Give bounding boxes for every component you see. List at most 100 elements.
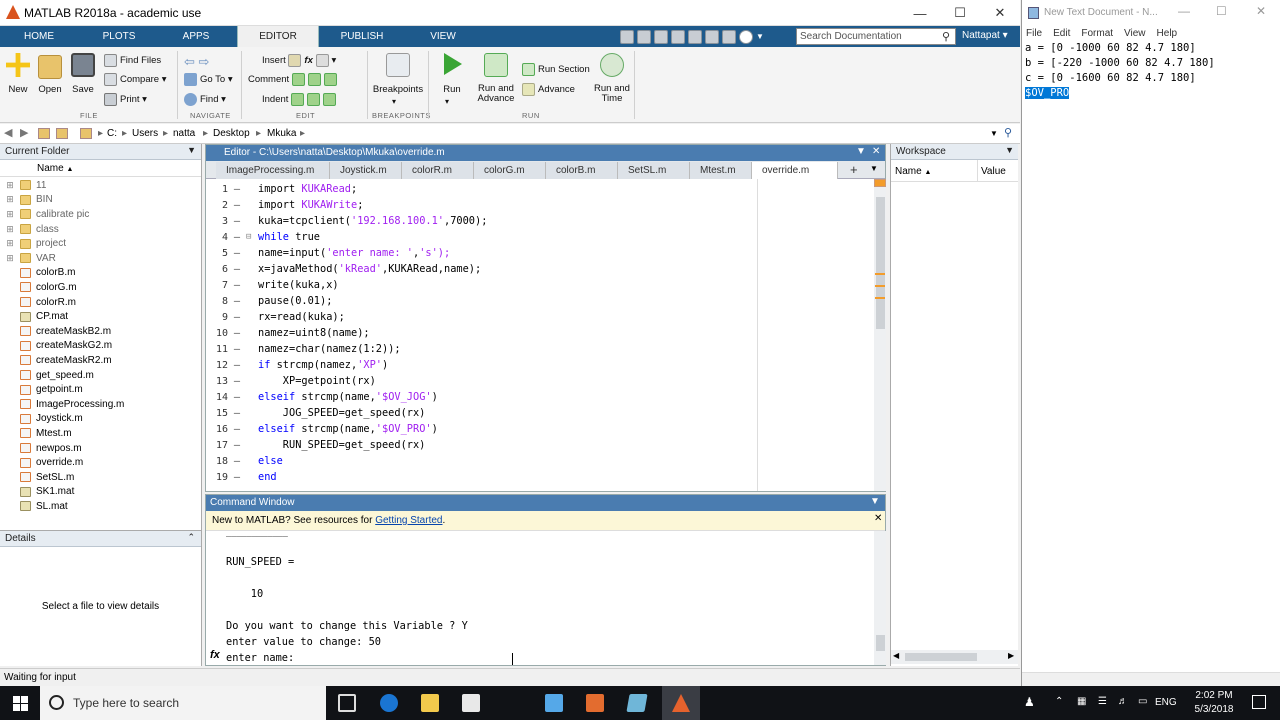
code-line[interactable]: 12– if strcmp(namez,'XP') xyxy=(206,357,866,373)
tray-chevron-icon[interactable]: ⌃ xyxy=(1055,696,1063,707)
command-output[interactable]: RUN_SPEED = 10 Do you want to change this… xyxy=(206,531,874,665)
wifi-icon[interactable]: ☰ xyxy=(1098,696,1107,707)
breakpoint-marker[interactable]: – xyxy=(228,311,246,323)
run-section-button[interactable]: Run Section xyxy=(522,63,590,76)
breakpoint-marker[interactable]: – xyxy=(228,455,246,467)
new-icon[interactable] xyxy=(6,53,30,77)
minimize-button[interactable]: — xyxy=(900,0,940,26)
editor-tab[interactable]: Mtest.m xyxy=(690,162,752,179)
breakpoint-marker[interactable]: – xyxy=(228,247,246,259)
breadcrumb-natta[interactable]: natta xyxy=(173,128,195,139)
editor-tab[interactable]: colorR.m xyxy=(402,162,474,179)
editor-vertical-scrollbar[interactable] xyxy=(874,179,886,491)
back-arrow-icon[interactable]: ⇦ ⇨ xyxy=(184,54,209,70)
file-row[interactable]: CP.mat xyxy=(0,309,200,324)
save-button[interactable]: Save xyxy=(69,84,97,95)
editor-tab[interactable]: colorB.m xyxy=(546,162,618,179)
run-and-advance-icon[interactable] xyxy=(484,53,508,77)
file-row[interactable]: get_speed.m xyxy=(0,368,200,383)
tabs-dropdown-icon[interactable]: ▼ xyxy=(870,164,878,173)
menu-format[interactable]: Format xyxy=(1081,28,1113,39)
menu-edit[interactable]: Edit xyxy=(1053,28,1070,39)
run-dropdown-icon[interactable]: ▾ xyxy=(445,97,449,106)
tab-home[interactable]: HOME xyxy=(8,26,70,47)
command-scroll-thumb[interactable] xyxy=(876,635,885,651)
workspace-name-column[interactable]: Name ▲ xyxy=(895,166,931,177)
command-window-scrollbar[interactable] xyxy=(874,531,886,665)
file-row[interactable]: colorR.m xyxy=(0,295,200,310)
run-and-time-button[interactable]: Run and Time xyxy=(592,84,632,104)
file-row[interactable]: getpoint.m xyxy=(0,382,200,397)
workspace-options-icon[interactable]: ▼ xyxy=(1005,145,1014,155)
workspace-value-column[interactable]: Value xyxy=(981,166,1006,177)
fold-icon[interactable]: ⊟ xyxy=(246,232,258,242)
warning-marker[interactable] xyxy=(875,297,885,299)
warning-indicator-icon[interactable] xyxy=(874,179,886,187)
action-center-icon[interactable] xyxy=(1252,695,1266,709)
tab-editor[interactable]: EDITOR xyxy=(237,26,319,47)
search-icon[interactable]: ⚲ xyxy=(942,30,950,43)
file-row[interactable]: createMaskR2.m xyxy=(0,353,200,368)
run-button[interactable]: Run xyxy=(436,84,468,95)
code-line[interactable]: 18– else xyxy=(206,453,866,469)
breakpoint-marker[interactable]: – xyxy=(228,263,246,275)
run-icon[interactable] xyxy=(444,53,462,75)
code-line[interactable]: 17– RUN_SPEED=get_speed(rx) xyxy=(206,437,866,453)
up-folder-icon[interactable] xyxy=(38,128,50,139)
file-explorer-icon[interactable] xyxy=(421,694,439,712)
workspace-scroll-thumb[interactable] xyxy=(905,653,977,661)
user-account-menu[interactable]: Nattapat ▾ xyxy=(962,30,1008,41)
file-row[interactable]: override.m xyxy=(0,455,200,470)
tab-plots[interactable]: PLOTS xyxy=(86,26,152,47)
fx-icon[interactable]: fx xyxy=(304,55,312,66)
notepad-close-button[interactable]: ✕ xyxy=(1256,4,1266,18)
breakpoint-marker[interactable]: – xyxy=(228,343,246,355)
file-row[interactable]: colorB.m xyxy=(0,266,200,281)
code-line[interactable]: 1– import KUKARead; xyxy=(206,181,866,197)
file-row[interactable]: SK1.mat xyxy=(0,485,200,500)
notepad-taskbar-icon[interactable] xyxy=(626,694,648,712)
run-and-advance-button[interactable]: Run and Advance xyxy=(474,84,518,104)
file-row[interactable]: createMaskG2.m xyxy=(0,339,200,354)
folder-row[interactable]: ⊞ BIN xyxy=(0,193,200,208)
breakpoint-marker[interactable]: – xyxy=(228,423,246,435)
breakpoint-marker[interactable]: – xyxy=(228,215,246,227)
open-button[interactable]: Open xyxy=(36,84,64,95)
code-line[interactable]: 3– kuka=tcpclient('192.168.100.1',7000); xyxy=(206,213,866,229)
fx-icon[interactable]: fx xyxy=(210,649,220,661)
breakpoint-marker[interactable]: – xyxy=(228,359,246,371)
expand-icon[interactable]: ⊞ xyxy=(0,194,20,205)
file-row[interactable]: newpos.m xyxy=(0,441,200,456)
breakpoints-icon[interactable] xyxy=(386,53,410,77)
breadcrumb-desktop[interactable]: Desktop xyxy=(213,128,250,139)
file-row[interactable]: createMaskB2.m xyxy=(0,324,200,339)
search-documentation-input[interactable]: Search Documentation xyxy=(796,28,956,45)
folder-row[interactable]: ⊞ 11 xyxy=(0,178,200,193)
chevron-down-icon[interactable]: ▼ xyxy=(756,32,764,41)
code-line[interactable]: 16– elseif strcmp(name,'$OV_PRO') xyxy=(206,421,866,437)
scroll-left-icon[interactable]: ◀ xyxy=(893,651,899,660)
save-icon[interactable] xyxy=(71,53,95,77)
clock[interactable]: 2:02 PM 5/3/2018 xyxy=(1186,689,1242,717)
panel-options-icon[interactable]: ▼ xyxy=(187,145,196,155)
notepad-minimize-button[interactable]: — xyxy=(1178,4,1190,18)
network-icon[interactable]: ▦ xyxy=(1077,696,1086,707)
breadcrumb-mkuka[interactable]: Mkuka xyxy=(267,128,296,139)
menu-view[interactable]: View xyxy=(1124,28,1146,39)
code-line[interactable]: 9– rx=read(kuka); xyxy=(206,309,866,325)
breakpoint-marker[interactable]: – xyxy=(228,279,246,291)
file-row[interactable]: colorG.m xyxy=(0,280,200,295)
breakpoint-marker[interactable]: – xyxy=(228,407,246,419)
workspace-horizontal-scrollbar[interactable]: ◀ ▶ xyxy=(891,650,1018,664)
copy-quick-icon[interactable] xyxy=(654,29,668,44)
folder-row[interactable]: ⊞ calibrate pic xyxy=(0,207,200,222)
help-icon[interactable] xyxy=(739,29,753,44)
command-window-options-icon[interactable]: ▼ xyxy=(870,496,880,507)
expand-icon[interactable]: ⊞ xyxy=(0,180,20,191)
breadcrumb-drive[interactable]: C: xyxy=(107,128,117,139)
warning-marker[interactable] xyxy=(875,285,885,287)
advance-button[interactable]: Advance xyxy=(522,83,575,96)
expand-icon[interactable]: ⊞ xyxy=(0,253,20,264)
code-area[interactable]: 1– import KUKARead; 2– import KUKAWrite; 3– k… xyxy=(206,179,874,491)
expand-icon[interactable]: ⊞ xyxy=(0,238,20,249)
